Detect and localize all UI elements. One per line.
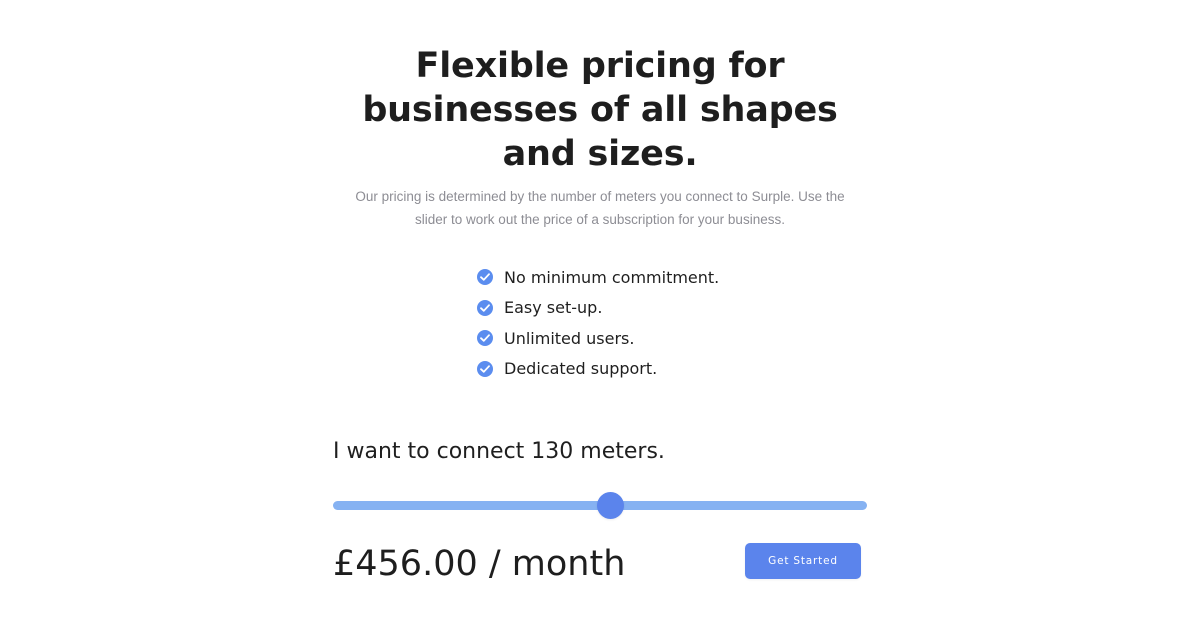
feature-label: Easy set-up. bbox=[504, 298, 603, 318]
page-title: Flexible pricing for businesses of all s… bbox=[300, 44, 900, 176]
check-circle-icon bbox=[477, 330, 493, 347]
check-circle-icon bbox=[477, 299, 493, 316]
meter-slider[interactable] bbox=[333, 492, 867, 520]
slider-thumb[interactable] bbox=[597, 492, 624, 519]
page-title-line: and sizes. bbox=[502, 134, 698, 174]
feature-item: Unlimited users. bbox=[477, 323, 719, 354]
check-circle-icon bbox=[477, 360, 493, 377]
pricing-page: Flexible pricing for businesses of all s… bbox=[0, 0, 1200, 627]
feature-label: No minimum commitment. bbox=[504, 267, 720, 287]
page-subtitle-line: Our pricing is determined by the number … bbox=[355, 189, 845, 204]
page-title-line: businesses of all shapes bbox=[362, 90, 838, 130]
get-started-button[interactable]: Get Started bbox=[745, 543, 861, 579]
page-subtitle: Our pricing is determined by the number … bbox=[340, 185, 860, 231]
feature-item: Dedicated support. bbox=[477, 354, 719, 385]
price-display: £456.00 / month bbox=[333, 544, 626, 584]
feature-label: Unlimited users. bbox=[504, 328, 635, 348]
feature-item: Easy set-up. bbox=[477, 293, 719, 324]
page-subtitle-line: slider to work out the price of a subscr… bbox=[415, 212, 785, 227]
feature-list: No minimum commitment. Easy set-up. Unli… bbox=[477, 262, 719, 384]
check-circle-icon bbox=[477, 269, 493, 286]
feature-item: No minimum commitment. bbox=[477, 262, 719, 293]
feature-label: Dedicated support. bbox=[504, 359, 658, 379]
page-title-line: Flexible pricing for bbox=[415, 46, 785, 86]
meter-count-label: I want to connect 130 meters. bbox=[333, 439, 665, 464]
